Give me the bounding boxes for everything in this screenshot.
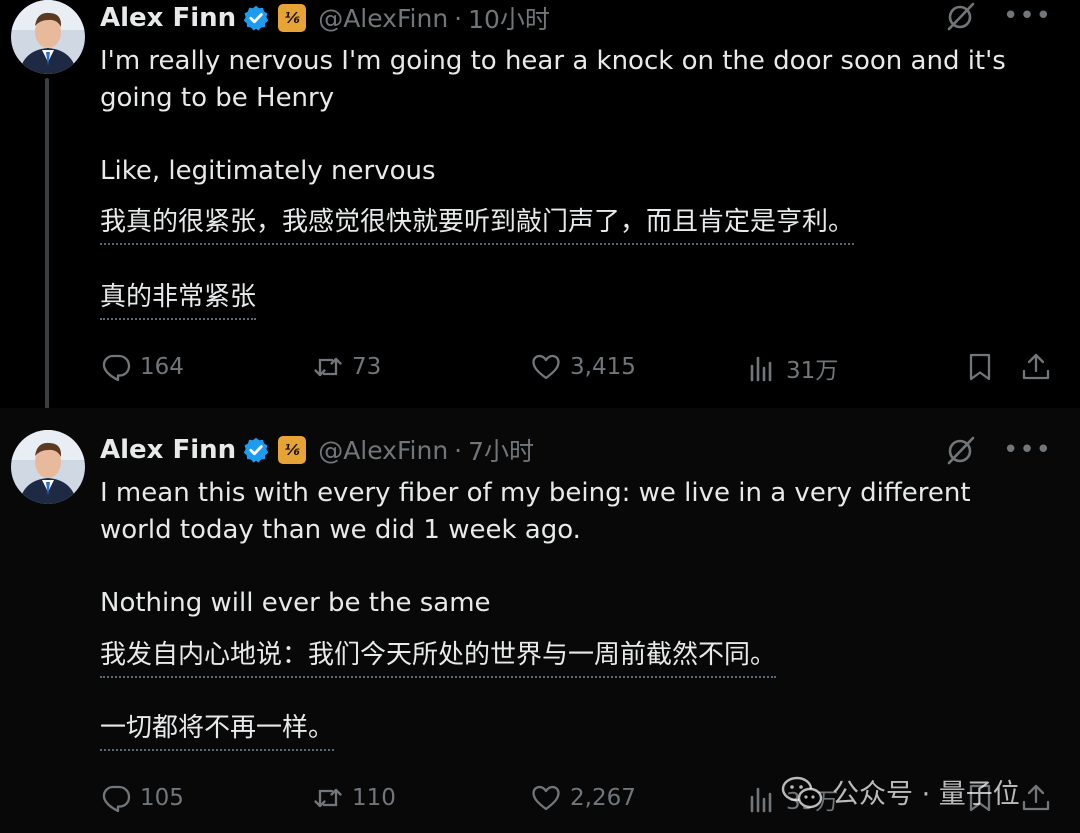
author-name[interactable]: Alex Finn <box>100 3 236 33</box>
repost-icon <box>314 357 342 377</box>
like-icon <box>532 785 560 811</box>
reply-count: 105 <box>140 785 184 811</box>
views-count: 31万 <box>786 358 839 384</box>
avatar[interactable] <box>11 0 85 74</box>
bookmark-button[interactable] <box>964 351 996 383</box>
reply-button[interactable]: 164 <box>100 351 184 383</box>
translation-text: 我真的很紧张，我感觉很快就要听到敲门声了，而且肯定是亨利。 <box>100 204 855 245</box>
author-handle[interactable]: @AlexFinn <box>318 4 448 33</box>
tweet-header: Alex Finn ⅙ @AlexFinn · 10小时 <box>100 0 550 36</box>
like-button[interactable]: 3,415 <box>530 351 636 383</box>
tweet-text-en: I'm really nervous I'm going to hear a k… <box>100 46 1006 113</box>
views-button[interactable]: 31万 <box>746 351 838 385</box>
repost-button[interactable]: 110 <box>312 782 396 814</box>
separator-dot: · <box>454 435 463 465</box>
like-icon <box>532 354 560 380</box>
timeline: Alex Finn ⅙ @AlexFinn · 10小时 ••• I'm rea… <box>0 0 1080 833</box>
tweet-text-en: I mean this with every fiber of my being… <box>100 478 971 545</box>
translation-text: 一切都将不再一样。 <box>100 710 335 751</box>
tweet[interactable]: Alex Finn ⅙ @AlexFinn · 7小时 ••• I mean t… <box>0 408 1080 833</box>
like-count: 2,267 <box>570 785 636 811</box>
wechat-icon <box>781 776 823 808</box>
repost-icon <box>314 788 342 808</box>
separator-dot: · <box>454 3 463 33</box>
more-icon[interactable]: ••• <box>1003 3 1052 29</box>
tweet-time[interactable]: 7小时 <box>468 432 534 468</box>
tweet-top-actions: ••• <box>945 0 1052 32</box>
reply-count: 164 <box>140 354 184 380</box>
thread-connector-line <box>45 78 49 423</box>
affiliate-badge-icon[interactable]: ⅙ <box>278 4 307 32</box>
reply-icon <box>102 785 131 813</box>
tweet[interactable]: Alex Finn ⅙ @AlexFinn · 10小时 ••• I'm rea… <box>0 0 1080 423</box>
tweet-text-en: Nothing will ever be the same <box>100 588 491 618</box>
tweet-time[interactable]: 10小时 <box>468 0 550 36</box>
share-button[interactable] <box>1020 351 1052 383</box>
author-handle[interactable]: @AlexFinn <box>318 436 448 465</box>
like-count: 3,415 <box>570 354 636 380</box>
reply-button[interactable]: 105 <box>100 782 184 814</box>
reply-icon <box>102 354 131 382</box>
grok-icon[interactable] <box>945 434 977 466</box>
watermark-text: 公众号 · 量子位 <box>832 779 1020 810</box>
verified-icon <box>243 437 269 463</box>
affiliate-badge-icon[interactable]: ⅙ <box>278 436 307 464</box>
translation-text: 我发自内心地说：我们今天所处的世界与一周前截然不同。 <box>100 637 777 678</box>
bookmark-icon <box>969 353 991 381</box>
translation-text: 真的非常紧张 <box>100 279 257 320</box>
share-icon <box>1022 784 1050 811</box>
share-icon <box>1022 353 1050 380</box>
share-button[interactable] <box>1020 782 1052 814</box>
grok-icon[interactable] <box>945 0 977 32</box>
watermark: 公众号 · 量子位 <box>780 772 1020 811</box>
tweet-text-en: Like, legitimately nervous <box>100 156 436 186</box>
repost-button[interactable]: 73 <box>312 351 381 383</box>
repost-count: 110 <box>352 785 396 811</box>
views-icon <box>750 356 772 382</box>
like-button[interactable]: 2,267 <box>530 782 636 814</box>
tweet-top-actions: ••• <box>945 434 1052 466</box>
repost-count: 73 <box>352 354 382 380</box>
verified-icon <box>243 5 269 31</box>
avatar[interactable] <box>11 430 85 504</box>
tweet-header: Alex Finn ⅙ @AlexFinn · 7小时 <box>100 432 534 468</box>
views-icon <box>750 787 772 813</box>
more-icon[interactable]: ••• <box>1003 437 1052 463</box>
author-name[interactable]: Alex Finn <box>100 435 236 465</box>
tweet-actions: 164 73 3,415 31万 <box>100 351 1060 391</box>
